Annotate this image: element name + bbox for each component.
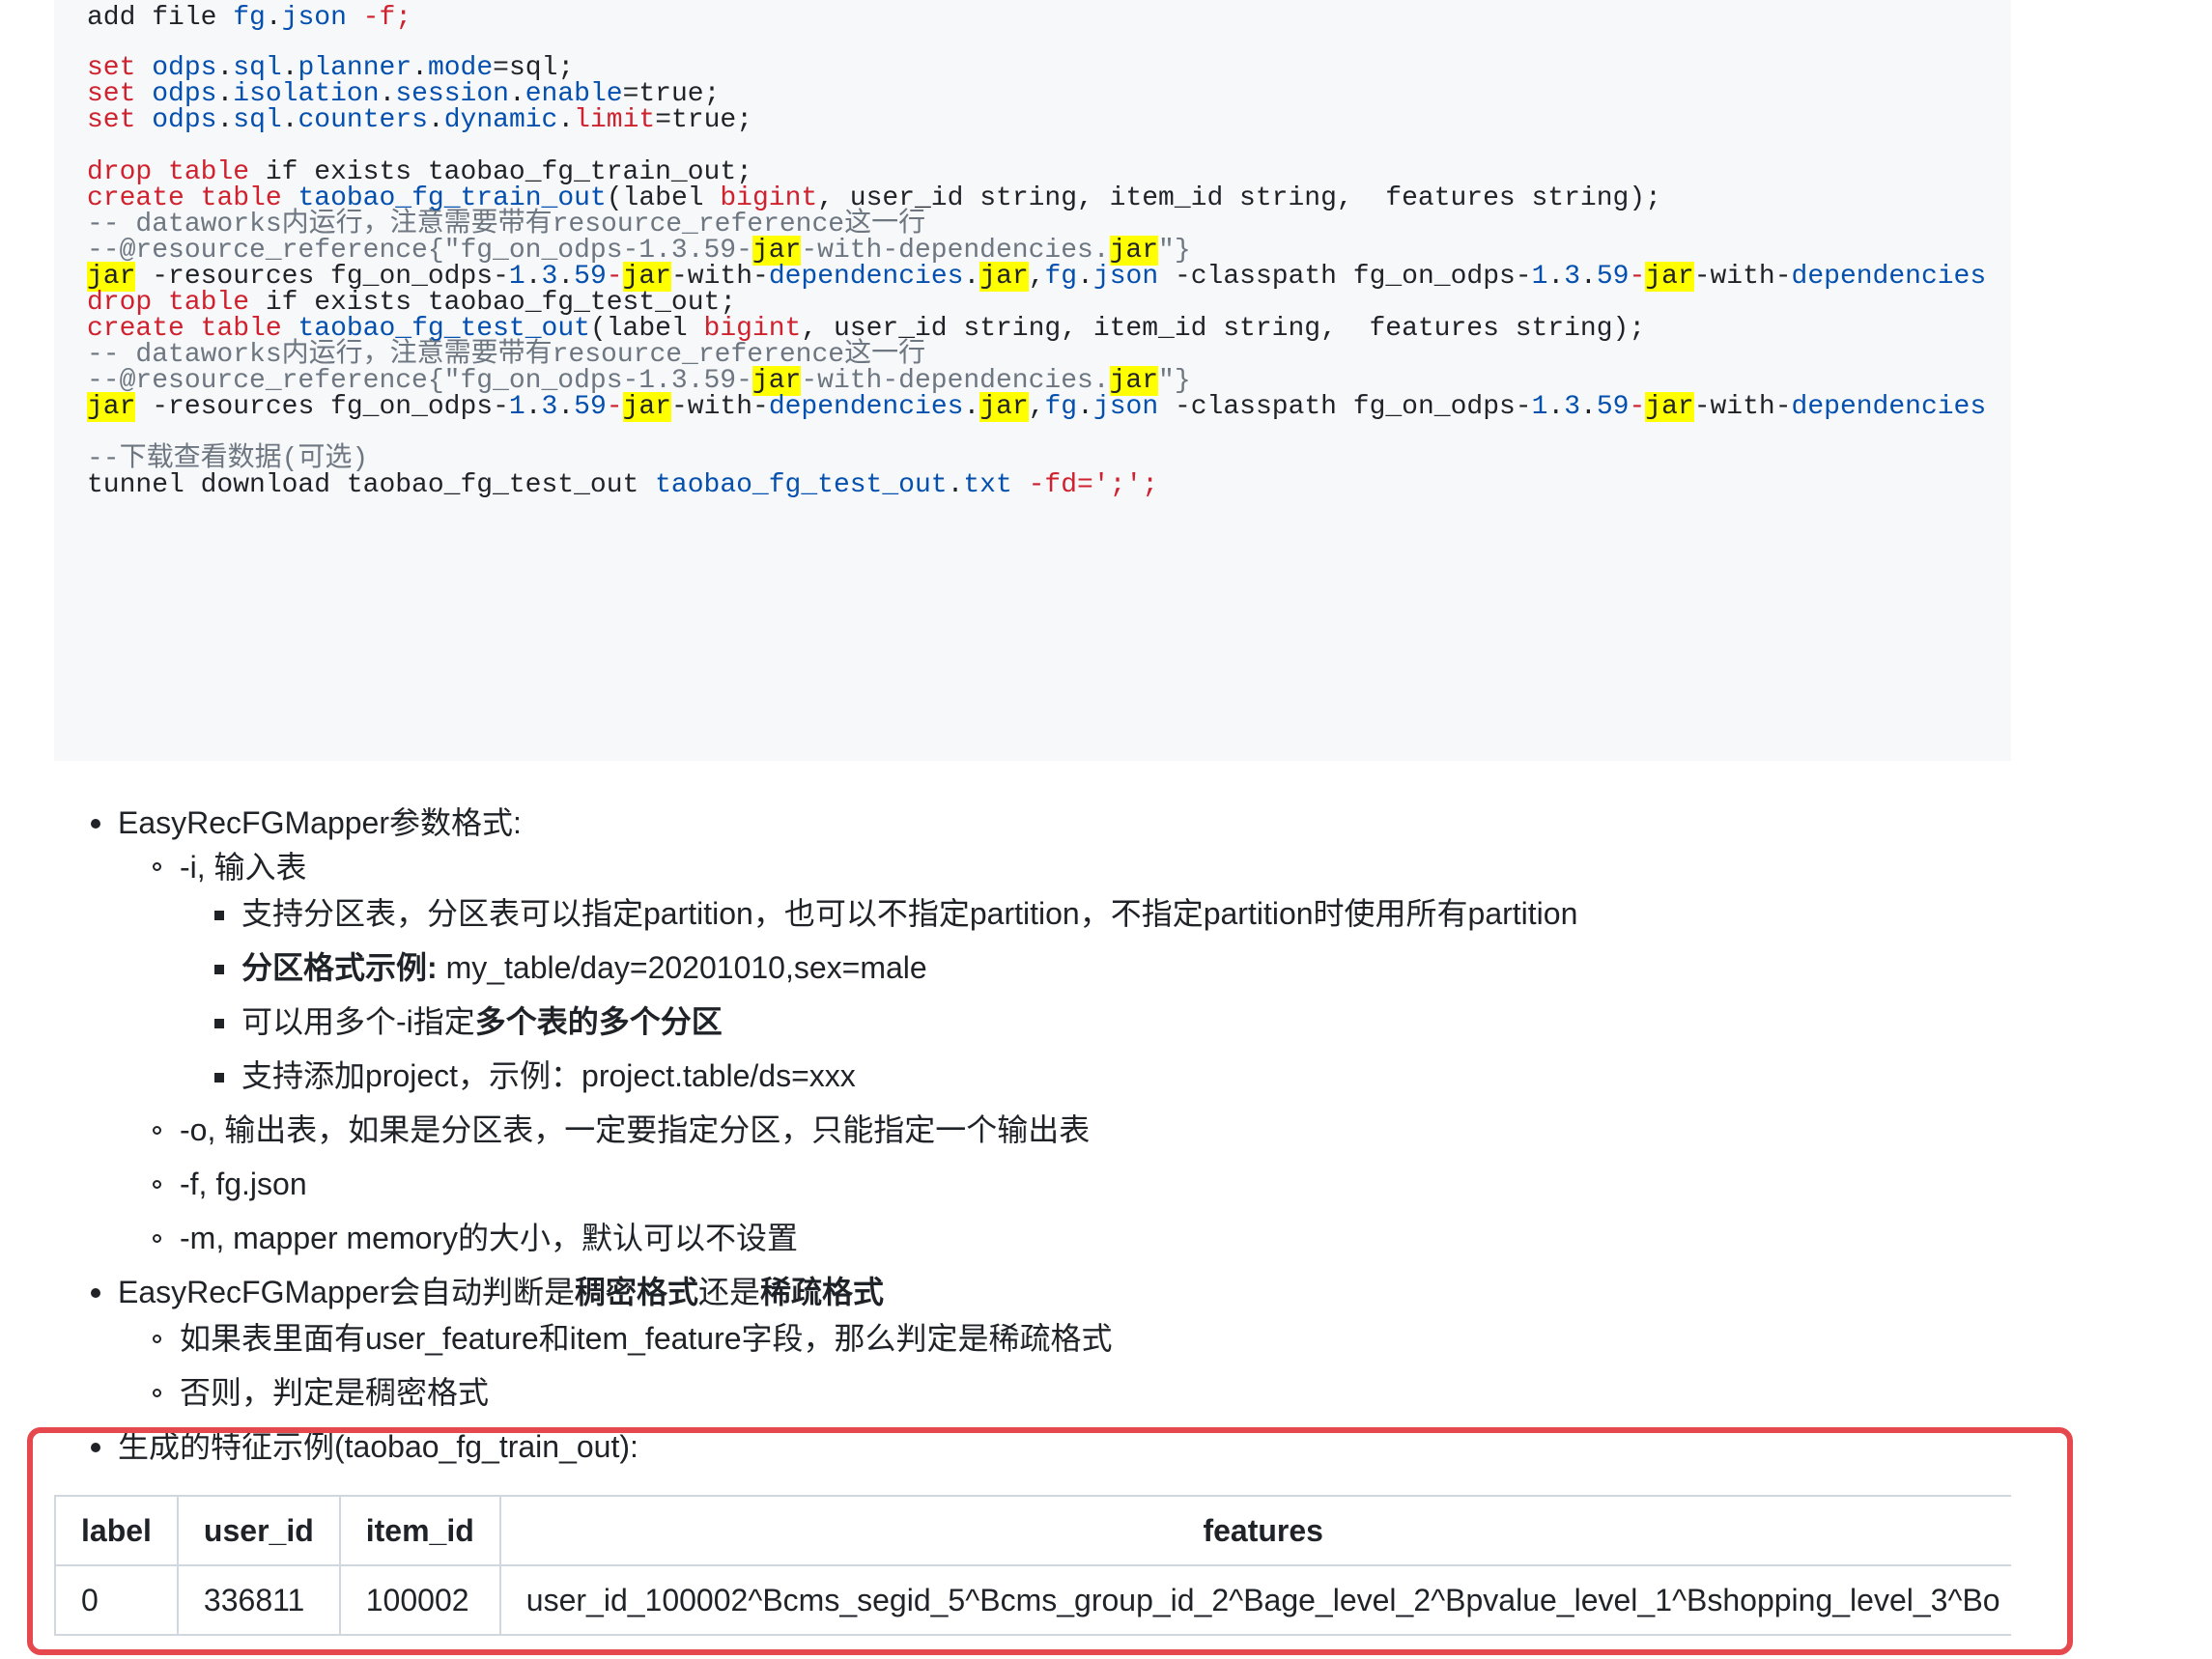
list-item-mapper-title: EasyRecFGMapper参数格式: bbox=[118, 805, 522, 840]
code-line: tunnel download taobao_fg_test_out taoba… bbox=[87, 470, 1159, 500]
list-item-o-option: -o, 输出表，如果是分区表，一定要指定分区，只能指定一个输出表 bbox=[180, 1112, 1091, 1147]
list-item-multi-i: 可以用多个-i指定多个表的多个分区 bbox=[241, 1004, 723, 1039]
list-item-partition-support: 支持分区表，分区表可以指定partition，也可以不指定partition，不… bbox=[241, 896, 1578, 931]
code-line: set odps.sql.counters.dynamic.limit=true… bbox=[87, 105, 753, 135]
bullet-square bbox=[214, 1073, 224, 1083]
bullet-circle bbox=[153, 862, 161, 871]
bullet-circle bbox=[153, 1335, 161, 1343]
bullet-square bbox=[214, 965, 224, 974]
bullet-dot bbox=[91, 819, 100, 829]
code-line: jar -resources fg_on_odps-1.3.59-jar-wit… bbox=[87, 392, 1987, 422]
bullet-circle bbox=[153, 1180, 161, 1189]
bullet-square bbox=[214, 911, 224, 920]
list-item-f-option: -f, fg.json bbox=[180, 1167, 307, 1201]
list-item-auto-detect: EasyRecFGMapper会自动判断是稠密格式还是稀疏格式 bbox=[118, 1275, 885, 1309]
code-block: add file fg.json -f; set odps.sql.planne… bbox=[54, 0, 2011, 761]
bullet-circle bbox=[153, 1234, 161, 1243]
bullet-dot bbox=[91, 1288, 100, 1298]
list-item-project: 支持添加project，示例：project.table/ds=xxx bbox=[241, 1058, 856, 1093]
list-item-m-option: -m, mapper memory的大小，默认可以不设置 bbox=[180, 1221, 799, 1255]
bullet-circle bbox=[153, 1389, 161, 1397]
code-line: add file fg.json -f; bbox=[87, 3, 412, 33]
list-item-partition-format: 分区格式示例: my_table/day=20201010,sex=male bbox=[241, 950, 927, 985]
list-item-dense-rule: 否则，判定是稠密格式 bbox=[180, 1375, 490, 1410]
bullet-circle bbox=[153, 1126, 161, 1135]
list-item-sparse-rule: 如果表里面有user_feature和item_feature字段，那么判定是稀… bbox=[180, 1321, 1113, 1356]
annotation-highlight-box bbox=[27, 1427, 2073, 1655]
list-item-i-option: -i, 输入表 bbox=[180, 850, 307, 885]
bullet-square bbox=[214, 1019, 224, 1028]
